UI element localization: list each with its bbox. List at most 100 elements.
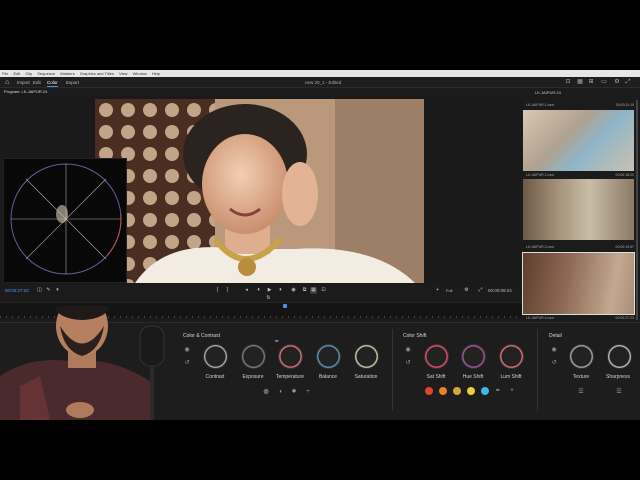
camera-icon[interactable]: ◫ (36, 287, 43, 294)
lum-shift-label: Lum Shift (500, 374, 522, 380)
home-icon[interactable]: ⌂ (5, 79, 12, 86)
wrench-icon[interactable]: ✎ (45, 287, 52, 294)
settings-wrench-icon[interactable]: ⚙ (463, 287, 470, 294)
settings-icon[interactable]: ⚙ (614, 79, 620, 85)
color-shift-title: Color Shift (403, 333, 427, 339)
video-frame-image (95, 99, 424, 283)
menu-view[interactable]: View (119, 70, 128, 77)
sliders-icon[interactable]: ☰ (578, 389, 584, 395)
add-mode-icon[interactable]: + (305, 389, 311, 395)
contrast-dial[interactable] (203, 344, 228, 369)
share-icon[interactable]: ⊡ (565, 79, 571, 85)
sequence-panel-title: LK.JAIPUR.24 (535, 90, 561, 95)
sharpness-dial[interactable] (607, 344, 632, 369)
skin-swatch[interactable] (453, 387, 461, 395)
expand-icon[interactable]: ⤢ (625, 79, 631, 85)
menu-window[interactable]: Window (133, 70, 147, 77)
red-swatch[interactable] (425, 387, 433, 395)
menu-graphics[interactable]: Graphics and Titles (80, 70, 114, 77)
clip-label: LK.JAIPUR.3.mov (526, 245, 555, 249)
clip-label: LK.JAIPUR.2.mov (526, 173, 555, 177)
detail-title: Detail (549, 333, 562, 339)
presenter-webcam (0, 306, 170, 420)
saturation-dial[interactable] (354, 344, 379, 369)
color-contrast-title: Color & Contrast (183, 333, 220, 339)
contrast-mode-icon[interactable]: ◑ (277, 389, 283, 395)
clip-label: LK.JAIPUR.4.mov (526, 316, 555, 320)
mark-out-icon[interactable]: } (224, 287, 231, 294)
section-divider (392, 329, 393, 411)
zoom-fit-select[interactable]: Full (446, 288, 452, 293)
duration-timecode: 00:00:09:24 (488, 288, 512, 293)
lum-shift-dial[interactable] (499, 344, 524, 369)
transport-bar: 00:00:27:20 ◫ ✎ ▾ { } ◂ ⏴ ▶ ⏵ ◉ ⧉ ▦ ⊡ ⇅ … (0, 284, 522, 302)
video-frame[interactable] (95, 99, 424, 283)
eyedropper-icon[interactable]: ✒ (274, 339, 280, 345)
grid-icon[interactable]: ▦ (577, 79, 583, 85)
menu-bar: File Edit Clip Sequence Markers Graphics… (0, 70, 640, 77)
clip-duration: 00:00:27:23 (615, 316, 635, 320)
current-timecode[interactable]: 00:00:27:20 (5, 288, 29, 293)
compare-icon[interactable]: ⧉ (301, 287, 308, 294)
export-frame-icon[interactable]: ◉ (290, 287, 297, 294)
clip-duration: 00:00:18:20 (615, 173, 635, 177)
reset-icon[interactable]: ↺ (184, 360, 190, 366)
menu-markers[interactable]: Markers (60, 70, 74, 77)
brightness-mode-icon[interactable]: ✹ (291, 389, 297, 395)
color-mode-icon[interactable]: ◎ (263, 389, 269, 395)
playback-options-icon[interactable]: ⇅ (265, 295, 272, 302)
tab-import[interactable]: Import (17, 79, 30, 86)
play-icon[interactable]: ▶ (266, 287, 273, 294)
menu-file[interactable]: File (2, 70, 8, 77)
reset-icon[interactable]: ↺ (551, 360, 557, 366)
visibility-icon[interactable]: ◉ (405, 347, 411, 353)
saturation-label: Saturation (354, 374, 378, 380)
forward-icon[interactable]: ⏵ (277, 287, 284, 294)
tab-color[interactable]: Color (47, 79, 58, 87)
add-button-icon[interactable]: + (434, 287, 441, 294)
menu-clip[interactable]: Clip (25, 70, 32, 77)
workspace-bar: ⌂ Import Edit Color Export new 20_1 - Ed… (0, 77, 640, 88)
visibility-icon[interactable]: ◉ (184, 347, 190, 353)
balance-dial[interactable] (316, 344, 341, 369)
eyedropper-icon[interactable]: ✒ (495, 388, 501, 394)
panel-scrollbar[interactable] (636, 100, 638, 320)
temperature-dial[interactable] (278, 344, 303, 369)
grid-overlay-icon[interactable]: ▦ (310, 287, 317, 294)
clip-thumbnail-selected[interactable] (522, 252, 635, 315)
tab-export[interactable]: Export (66, 79, 79, 86)
sat-shift-dial[interactable] (424, 344, 449, 369)
orange-swatch[interactable] (439, 387, 447, 395)
vectorscope-graph (10, 163, 122, 275)
tab-edit[interactable]: Edit (33, 79, 41, 86)
safe-margin-icon[interactable]: ⊡ (320, 287, 327, 294)
clip-thumbnail[interactable] (523, 179, 634, 240)
sliders-icon[interactable]: ☰ (616, 389, 622, 395)
texture-dial[interactable] (569, 344, 594, 369)
reset-icon[interactable]: ↺ (405, 360, 411, 366)
clip-thumbnail[interactable] (523, 110, 634, 171)
cyan-swatch[interactable] (481, 387, 489, 395)
presenter-figure (0, 306, 165, 420)
add-swatch-icon[interactable]: + (509, 388, 515, 394)
clip-label: LK.JAIPUR.1.mov (526, 103, 555, 107)
playhead[interactable] (283, 304, 287, 308)
project-title: new 20_1 - Edited (305, 80, 342, 85)
step-back-icon[interactable]: ◂ (243, 287, 250, 294)
mark-in-icon[interactable]: { (214, 287, 221, 294)
hue-shift-dial[interactable] (461, 344, 486, 369)
clip-duration: 00:00:11:19 (615, 103, 634, 107)
sharpness-label: Sharpness (606, 374, 630, 380)
chat-icon[interactable]: ▭ (601, 79, 607, 85)
visibility-icon[interactable]: ◉ (551, 347, 557, 353)
menu-sequence[interactable]: Sequence (37, 70, 55, 77)
fullscreen-icon[interactable]: ⤢ (477, 287, 484, 294)
exposure-dial[interactable] (241, 344, 266, 369)
menu-edit[interactable]: Edit (13, 70, 20, 77)
rewind-icon[interactable]: ⏴ (255, 287, 262, 294)
menu-help[interactable]: Help (152, 70, 160, 77)
yellow-swatch[interactable] (467, 387, 475, 395)
layout-icon[interactable]: ⊞ (588, 79, 594, 85)
vectorscope (3, 158, 127, 283)
marker-icon[interactable]: ▾ (54, 287, 61, 294)
